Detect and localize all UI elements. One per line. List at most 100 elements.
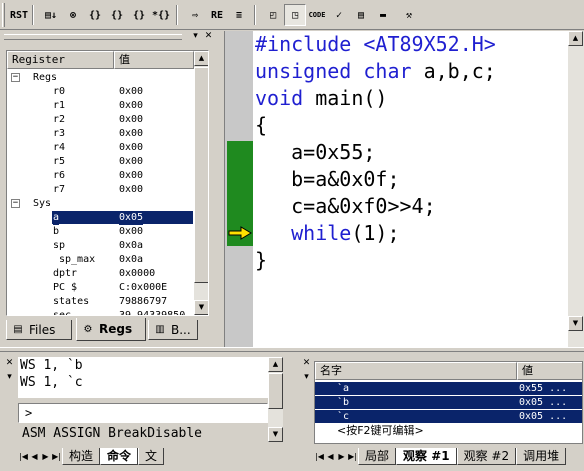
watch-row[interactable]: `b 0x05 ...	[315, 396, 582, 409]
watch-value[interactable]: 0x05 ...	[517, 396, 567, 409]
step-out-button[interactable]: {}	[128, 4, 150, 26]
register-value[interactable]: 0x05	[119, 211, 144, 225]
tab-command[interactable]: 命令	[100, 447, 139, 465]
register-row[interactable]: r5 0x00	[7, 155, 193, 169]
register-row[interactable]: states 79886797	[7, 295, 193, 309]
code-line[interactable]: #include <AT89X52.H>	[255, 31, 496, 58]
tab-prev-icon[interactable]: ◀	[29, 450, 40, 463]
command-scroll-down-icon[interactable]: ▼	[268, 427, 283, 442]
register-row[interactable]: r4 0x00	[7, 141, 193, 155]
performance-analyzer-button[interactable]: ✓	[328, 4, 350, 26]
watch-value-header[interactable]: 値	[517, 362, 582, 380]
watch-name-header[interactable]: 名字	[315, 362, 517, 380]
step-over-button[interactable]: {}	[106, 4, 128, 26]
watch-value[interactable]: 0x05 ...	[517, 410, 567, 423]
register-value[interactable]: 0x00	[119, 141, 143, 155]
editor-scroll-down-icon[interactable]: ▼	[568, 316, 583, 331]
tab-books[interactable]: ▥ B...	[148, 320, 198, 340]
register-value[interactable]: 0x00	[119, 225, 143, 239]
register-value[interactable]: 0x0a	[119, 239, 143, 253]
register-row[interactable]: PC $ C:0x000E	[7, 281, 193, 295]
register-row[interactable]: r3 0x00	[7, 127, 193, 141]
view-trace-button[interactable]: ≡	[228, 4, 250, 26]
code-line[interactable]: }	[255, 247, 267, 274]
code-line[interactable]: a=0x55;	[255, 139, 375, 166]
tab-next-icon[interactable]: ▶	[40, 450, 51, 463]
pane-pin-icon[interactable]: ▾	[190, 32, 201, 42]
memory-window-button[interactable]: ▤	[350, 4, 372, 26]
code-line[interactable]: c=a&0xf0>>4;	[255, 193, 436, 220]
watch-close-icon[interactable]: ✕	[301, 359, 312, 369]
register-row[interactable]: dptr 0x0000	[7, 267, 193, 281]
register-row[interactable]: r1 0x00	[7, 99, 193, 113]
register-value[interactable]: 0x00	[119, 169, 143, 183]
tab-regs[interactable]: ⚙ Regs	[76, 318, 146, 341]
register-row[interactable]: sec 39.94339850	[7, 309, 193, 315]
scroll-down-icon[interactable]: ▼	[194, 300, 208, 315]
command-input[interactable]: >	[18, 403, 268, 423]
toolbox-button[interactable]: ⚒	[398, 4, 420, 26]
watch-tab-first-icon[interactable]: |◀	[314, 450, 325, 463]
register-row[interactable]: r6 0x00	[7, 169, 193, 183]
register-value[interactable]: C:0x000E	[119, 281, 167, 295]
register-value[interactable]: 0x00	[119, 99, 143, 113]
register-value[interactable]: 0x00	[119, 85, 143, 99]
step-into-button[interactable]: {}	[84, 4, 106, 26]
watch-tab-prev-icon[interactable]: ◀	[325, 450, 336, 463]
register-row[interactable]: a 0x05	[7, 211, 193, 225]
horizontal-splitter[interactable]	[0, 347, 584, 352]
scroll-thumb[interactable]	[194, 67, 208, 283]
command-scrollbar[interactable]: ▲ ▼	[268, 357, 283, 442]
watch-window-button[interactable]: ◳	[284, 4, 306, 26]
watch-pin-icon[interactable]: ▾	[301, 373, 312, 383]
tab-find[interactable]: 文	[138, 447, 165, 465]
command-close-icon[interactable]: ✕	[4, 359, 15, 369]
scroll-up-icon[interactable]: ▲	[194, 51, 208, 66]
pane-close-icon[interactable]: ✕	[203, 32, 214, 42]
editor-scrollbar[interactable]: ▲ ▼	[568, 31, 584, 347]
tab-watch-1[interactable]: 观察 #1	[396, 447, 457, 465]
register-row[interactable]: sp_max 0x0a	[7, 253, 193, 267]
watch-tab-next-icon[interactable]: ▶	[336, 450, 347, 463]
register-row[interactable]: r0 0x00	[7, 85, 193, 99]
tab-build[interactable]: 构造	[62, 447, 101, 465]
code-line[interactable]: void main()	[255, 85, 387, 112]
register-value[interactable]: 0x00	[119, 155, 143, 169]
register-value[interactable]: 0x00	[119, 113, 143, 127]
watch-row[interactable]: `a 0x55 ...	[315, 382, 582, 395]
show-next-statement-button[interactable]: ⇨	[184, 4, 206, 26]
register-row[interactable]: r7 0x00	[7, 183, 193, 197]
source-editor[interactable]: #include <AT89X52.H> unsigned char a,b,c;…	[224, 31, 584, 347]
command-scroll-thumb[interactable]	[268, 373, 283, 409]
register-value[interactable]: 0x0000	[119, 267, 155, 281]
editor-gutter[interactable]	[225, 31, 253, 347]
value-column-header[interactable]: 值	[114, 51, 194, 69]
code-coverage-button[interactable]: CODE	[306, 4, 328, 26]
reset-button[interactable]: RST	[8, 4, 30, 26]
serial-window-button[interactable]: ▬	[372, 4, 394, 26]
code-line[interactable]: b=a&0x0f;	[255, 166, 399, 193]
tab-watch-2[interactable]: 观察 #2	[456, 447, 517, 465]
collapse-icon[interactable]: −	[11, 199, 20, 208]
code-line[interactable]: {	[255, 112, 267, 139]
watch-tab-last-icon[interactable]: ▶|	[347, 450, 358, 463]
register-group[interactable]: − Sys	[7, 197, 193, 211]
watch-edit-row[interactable]: <按F2键可编辑>	[315, 424, 582, 437]
collapse-icon[interactable]: −	[11, 73, 20, 82]
register-scrollbar[interactable]: ▲ ▼	[194, 51, 208, 315]
watch-row[interactable]: `c 0x05 ...	[315, 410, 582, 423]
code-line[interactable]: while(1);	[255, 220, 399, 247]
pane-titlebar[interactable]: ▾ ✕	[0, 31, 217, 43]
tab-first-icon[interactable]: |◀	[18, 450, 29, 463]
register-value[interactable]: 79886797	[119, 295, 167, 309]
stop-button[interactable]: ⊗	[62, 4, 84, 26]
register-value[interactable]: 0x00	[119, 183, 143, 197]
register-column-header[interactable]: Register	[7, 51, 114, 69]
code-line[interactable]: unsigned char a,b,c;	[255, 58, 496, 85]
command-scroll-up-icon[interactable]: ▲	[268, 357, 283, 372]
tab-locals[interactable]: 局部	[358, 447, 397, 465]
disassembly-window-button[interactable]: ◰	[262, 4, 284, 26]
tab-last-icon[interactable]: ▶|	[51, 450, 62, 463]
register-value[interactable]: 39.94339850	[119, 309, 185, 315]
command-pin-icon[interactable]: ▾	[4, 373, 15, 383]
